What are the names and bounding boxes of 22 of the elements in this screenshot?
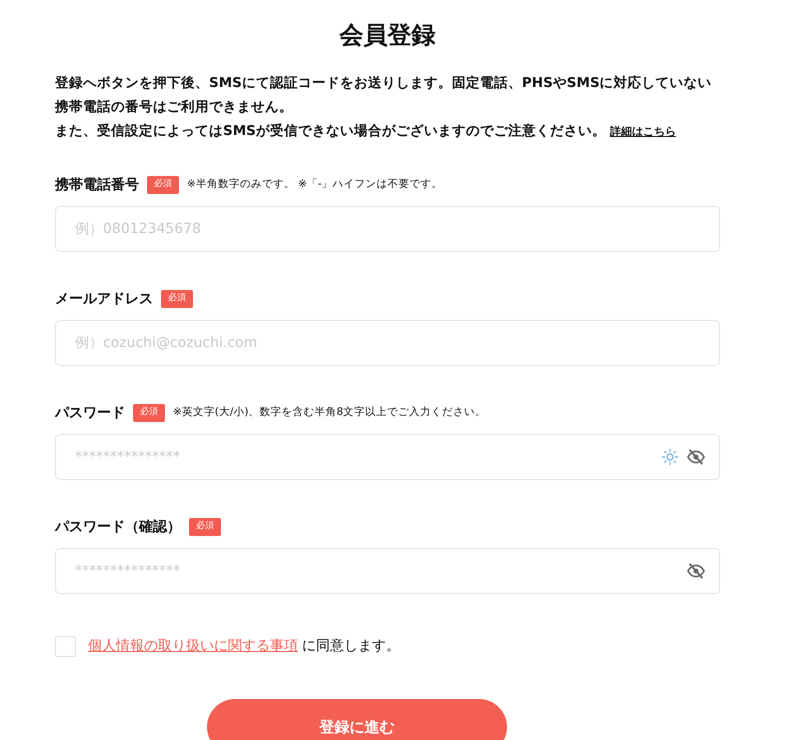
input-field[interactable]: *************** <box>55 548 720 594</box>
hide-password-icon[interactable] <box>686 449 706 465</box>
field-label: 携帯電話番号 <box>55 176 139 194</box>
field-note: ※半角数字のみです。 ※「-」ハイフンは不要です。 <box>187 177 443 192</box>
privacy-link[interactable]: 個人情報の取り扱いに関する事項 <box>88 638 298 654</box>
page-title: 会員登録 <box>338 20 436 51</box>
submit-button[interactable]: 登録に進む <box>207 699 507 740</box>
required-badge: 必須 <box>161 290 193 308</box>
input-field[interactable]: *************** <box>55 434 720 480</box>
field-label: パスワード（確認） <box>55 518 181 536</box>
intro-text: 登録へボタンを押下後、SMSにて認証コードをお送りします。固定電話、PHSやSMSに対応していない携帯電話の番号はご利用できません。 <box>55 74 713 117</box>
field-label: パスワード <box>55 404 125 422</box>
required-badge: 必須 <box>133 404 165 422</box>
details-link[interactable]: 詳細はこちら <box>610 125 676 138</box>
field-label: メールアドレス <box>55 290 153 308</box>
consent-checkbox[interactable] <box>55 636 76 657</box>
consent-text: に同意します。 <box>302 638 400 654</box>
hide-password-icon[interactable] <box>686 563 706 579</box>
required-badge: 必須 <box>189 518 221 536</box>
field-note: ※英文字(大/小)、数字を含む半角8文字以上でご入力ください。 <box>173 405 486 420</box>
intro-text: また、受信設定によってはSMSが受信できない場合がございますのでご注意ください。 <box>55 123 606 139</box>
required-badge: 必須 <box>147 176 179 194</box>
